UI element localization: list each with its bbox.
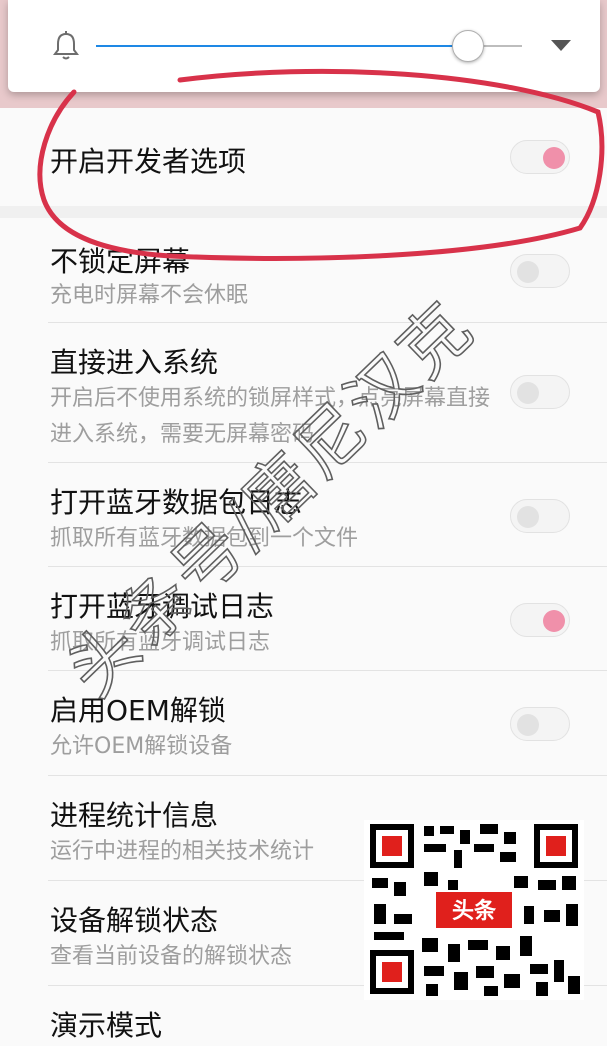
toggle-knob bbox=[517, 382, 539, 404]
toggle-knob bbox=[543, 147, 565, 169]
settings-row[interactable]: 打开蓝牙数据包日志抓取所有蓝牙数据包到一个文件 bbox=[0, 463, 607, 567]
settings-row-title: 演示模式 bbox=[50, 1009, 163, 1042]
qr-badge-label: 头条 bbox=[452, 898, 497, 924]
qr-code-image: 头条 bbox=[364, 820, 584, 1000]
settings-row-toggle[interactable] bbox=[510, 707, 570, 741]
volume-slider-fill bbox=[96, 45, 468, 47]
settings-row[interactable]: 直接进入系统开启后不使用系统的锁屏样式，点亮屏幕直接进入系统，需要无屏幕密码 bbox=[0, 323, 607, 463]
settings-row-summary: 抓取所有蓝牙数据包到一个文件 bbox=[50, 526, 359, 551]
settings-row-toggle[interactable] bbox=[510, 499, 570, 533]
settings-row-title: 直接进入系统 bbox=[50, 346, 219, 379]
toggle-knob bbox=[517, 714, 539, 736]
settings-row-title: 打开蓝牙数据包日志 bbox=[50, 486, 303, 519]
settings-row-summary: 允许OEM解锁设备 bbox=[50, 734, 233, 759]
expand-dropdown-icon[interactable] bbox=[548, 36, 574, 54]
settings-row-title: 不锁定屏幕 bbox=[50, 245, 191, 278]
toggle-knob bbox=[543, 610, 565, 632]
settings-row[interactable]: 启用OEM解锁允许OEM解锁设备 bbox=[0, 671, 607, 776]
toggle-knob bbox=[517, 261, 539, 283]
volume-slider-rest bbox=[482, 45, 522, 47]
section-gap bbox=[0, 206, 607, 218]
settings-row-toggle[interactable] bbox=[510, 375, 570, 409]
settings-row-title: 设备解锁状态 bbox=[50, 904, 219, 937]
toggle-knob bbox=[517, 506, 539, 528]
bell-icon[interactable] bbox=[48, 28, 84, 64]
settings-row-toggle[interactable] bbox=[510, 603, 570, 637]
settings-row-summary: 抓取所有蓝牙调试日志 bbox=[50, 630, 271, 655]
developer-options-master-row[interactable]: 开启开发者选项 bbox=[0, 108, 607, 207]
volume-slider-thumb[interactable] bbox=[452, 30, 485, 62]
settings-row-summary: 充电时屏幕不会休眠 bbox=[50, 283, 249, 308]
developer-options-toggle[interactable] bbox=[510, 140, 570, 174]
volume-slider[interactable] bbox=[96, 30, 522, 62]
settings-row-summary: 开启后不使用系统的锁屏样式，点亮屏幕直接进入系统，需要无屏幕密码 bbox=[50, 386, 491, 447]
settings-row-title: 打开蓝牙调试日志 bbox=[50, 590, 275, 623]
settings-row[interactable]: 打开蓝牙调试日志抓取所有蓝牙调试日志 bbox=[0, 567, 607, 671]
settings-row[interactable]: 不锁定屏幕充电时屏幕不会休眠 bbox=[0, 218, 607, 323]
volume-panel bbox=[8, 0, 600, 92]
settings-row-title: 启用OEM解锁 bbox=[50, 694, 226, 727]
settings-row-title: 进程统计信息 bbox=[50, 799, 219, 832]
settings-row-toggle[interactable] bbox=[510, 254, 570, 288]
developer-options-title: 开启开发者选项 bbox=[50, 145, 247, 178]
